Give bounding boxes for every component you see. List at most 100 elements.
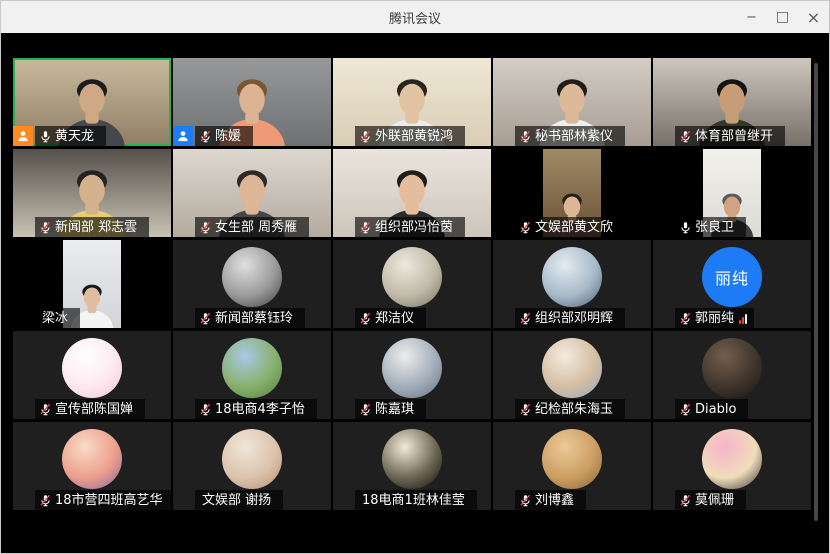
title-bar: 腾讯会议 − □ × <box>1 1 829 33</box>
name-bar: 郭丽纯 <box>675 308 754 328</box>
mic-muted-icon <box>679 130 692 143</box>
name-bar: 18市营四班高艺华 <box>35 490 171 510</box>
video-tile[interactable]: 文娱部 谢扬 <box>173 422 331 510</box>
maximize-button[interactable]: □ <box>767 1 798 33</box>
tile-bottom-bar: 组织部邓明辉 <box>493 308 625 328</box>
video-tile[interactable]: 女生部 周秀雁 <box>173 149 331 237</box>
tile-bottom-bar: 组织部冯怡茵 <box>333 217 465 237</box>
mic-muted-icon <box>359 312 372 325</box>
mic-muted-icon <box>359 221 372 234</box>
video-tile[interactable]: 梁冰 <box>13 240 171 328</box>
mic-muted-icon <box>199 403 212 416</box>
participant-name: 组织部邓明辉 <box>535 312 613 325</box>
video-tile[interactable]: 张良卫 <box>653 149 811 237</box>
video-tile[interactable]: 18电商4李子怡 <box>173 331 331 419</box>
video-tile[interactable]: 外联部黄锐鸿 <box>333 58 491 146</box>
minimize-button[interactable]: − <box>736 1 767 33</box>
tile-bottom-bar: 新闻部蔡钰玲 <box>173 308 305 328</box>
network-signal-icon <box>739 313 747 324</box>
participant-name: 组织部冯怡茵 <box>375 221 453 234</box>
avatar <box>382 338 442 398</box>
name-bar: 女生部 周秀雁 <box>195 217 309 237</box>
video-tile[interactable]: 组织部邓明辉 <box>493 240 651 328</box>
name-bar: 纪检部朱海玉 <box>515 399 625 419</box>
person-badge-icon <box>13 308 33 328</box>
tile-bottom-bar: 郑洁仪 <box>333 308 426 328</box>
video-tile[interactable]: 18市营四班高艺华 <box>13 422 171 510</box>
participant-name: 文娱部 谢扬 <box>202 494 271 507</box>
participant-name: 女生部 周秀雁 <box>215 221 297 234</box>
video-tile[interactable]: 陈媛 <box>173 58 331 146</box>
video-tile[interactable]: 秘书部林紫仪 <box>493 58 651 146</box>
video-tile[interactable]: 文娱部黄文欣 <box>493 149 651 237</box>
mic-muted-icon <box>679 494 692 507</box>
video-tile[interactable]: 新闻部蔡钰玲 <box>173 240 331 328</box>
avatar-initials: 丽纯 <box>702 247 762 307</box>
participant-name: 纪检部朱海玉 <box>535 403 613 416</box>
person-badge-icon <box>653 490 673 510</box>
avatar <box>542 429 602 489</box>
name-bar: 陈嘉琪 <box>355 399 426 419</box>
video-tile[interactable]: 纪检部朱海玉 <box>493 331 651 419</box>
tile-bottom-bar: 文娱部黄文欣 <box>493 217 625 237</box>
window-title: 腾讯会议 <box>1 8 829 27</box>
tile-bottom-bar: 张良卫 <box>653 217 746 237</box>
video-tile[interactable]: 组织部冯怡茵 <box>333 149 491 237</box>
person-badge-icon <box>493 490 513 510</box>
video-tile[interactable]: 刘博鑫 <box>493 422 651 510</box>
mic-muted-icon <box>519 130 532 143</box>
grid-scrollbar[interactable] <box>814 63 818 521</box>
video-tile[interactable]: Diablo <box>653 331 811 419</box>
name-bar: 新闻部 郑志雲 <box>35 217 149 237</box>
person-badge-icon <box>13 126 33 146</box>
mic-muted-icon <box>39 494 52 507</box>
video-tile[interactable]: 体育部曾继开 <box>653 58 811 146</box>
mic-muted-icon <box>39 221 52 234</box>
video-tile[interactable]: 莫佩珊 <box>653 422 811 510</box>
avatar <box>62 338 122 398</box>
person-badge-icon <box>13 217 33 237</box>
name-bar: 宣传部陈国婵 <box>35 399 145 419</box>
participant-name: 陈媛 <box>215 130 241 143</box>
person-badge-icon <box>653 308 673 328</box>
mic-on-icon <box>679 221 692 234</box>
mic-muted-icon <box>199 130 212 143</box>
name-bar: 体育部曾继开 <box>675 126 785 146</box>
mic-muted-icon <box>519 312 532 325</box>
person-badge-icon <box>653 126 673 146</box>
name-bar: 新闻部蔡钰玲 <box>195 308 305 328</box>
tile-bottom-bar: 梁冰 <box>13 308 80 328</box>
tile-bottom-bar: 宣传部陈国婵 <box>13 399 145 419</box>
avatar <box>702 429 762 489</box>
video-tile[interactable]: 18电商1班林佳莹 <box>333 422 491 510</box>
meeting-window: 腾讯会议 − □ × 黄天龙 陈媛 <box>0 0 830 554</box>
video-tile[interactable]: 丽纯 郭丽纯 <box>653 240 811 328</box>
tile-bottom-bar: 陈媛 <box>173 126 253 146</box>
name-bar: 刘博鑫 <box>515 490 586 510</box>
name-bar: 梁冰 <box>35 308 80 328</box>
participant-name: 梁冰 <box>42 312 68 325</box>
video-tile[interactable]: 陈嘉琪 <box>333 331 491 419</box>
avatar <box>222 247 282 307</box>
person-badge-icon <box>493 217 513 237</box>
video-tile[interactable]: 郑洁仪 <box>333 240 491 328</box>
participant-name: 宣传部陈国婵 <box>55 403 133 416</box>
person-badge-icon <box>173 126 193 146</box>
person-badge-icon <box>493 399 513 419</box>
avatar <box>222 429 282 489</box>
participant-name: 郭丽纯 <box>695 312 734 325</box>
participant-name: 18市营四班高艺华 <box>55 494 163 507</box>
tile-bottom-bar: 新闻部 郑志雲 <box>13 217 149 237</box>
video-tile[interactable]: 黄天龙 <box>13 58 171 146</box>
close-button[interactable]: × <box>798 1 829 33</box>
person-badge-icon <box>333 490 353 510</box>
name-bar: 文娱部 谢扬 <box>195 490 283 510</box>
mic-muted-icon <box>199 312 212 325</box>
video-tile[interactable]: 宣传部陈国婵 <box>13 331 171 419</box>
video-grid: 黄天龙 陈媛 外联部黄锐鸿 秘书部林紫仪 <box>13 58 811 510</box>
video-tile[interactable]: 新闻部 郑志雲 <box>13 149 171 237</box>
name-bar: 秘书部林紫仪 <box>515 126 625 146</box>
avatar <box>382 247 442 307</box>
tile-bottom-bar: 外联部黄锐鸿 <box>333 126 465 146</box>
name-bar: 黄天龙 <box>35 126 106 146</box>
